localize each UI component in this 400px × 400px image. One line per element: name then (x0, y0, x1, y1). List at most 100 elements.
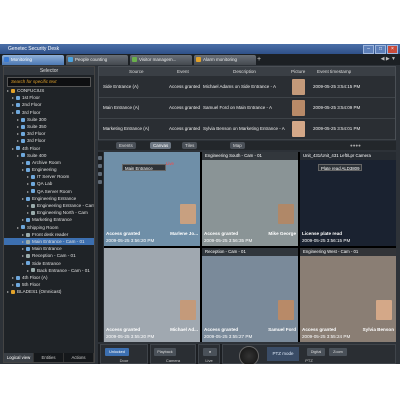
column-event[interactable]: Event (177, 67, 189, 76)
zoom-button[interactable]: Zoom (329, 348, 347, 356)
entity-icon (31, 175, 35, 180)
tree-node[interactable]: ▸ 3rd Floor (4, 130, 94, 137)
playback-button[interactable]: Playback (154, 348, 176, 356)
event-source: Side Entrance (A) (103, 84, 139, 89)
tree-node[interactable]: ▸ Engineering Entrance (4, 195, 94, 202)
cardholder-photo (180, 300, 196, 320)
tile-tool-icon[interactable] (98, 172, 102, 176)
more-events-indicator[interactable]: ●●●● (350, 142, 361, 149)
tree-node[interactable]: ▸ Side Entrance (4, 260, 94, 267)
window-title: Genetec Security Desk (8, 46, 60, 52)
tree-node[interactable]: ▸ 2nd Floor (4, 101, 94, 108)
tab-alarm-monitoring[interactable]: Alarm monitoring (194, 55, 256, 65)
cardholder-name: Marlene Jo... (170, 231, 198, 236)
video-tile[interactable]: Engineering West - Cam - 01 Access grante… (300, 248, 396, 342)
video-tile[interactable]: Engineering South - Cam - 01 Access grant… (202, 152, 298, 246)
tree-node[interactable]: ▸ Engineering North - Cam (4, 209, 94, 216)
tree-node[interactable]: ▸ CONFUCIUS (4, 87, 94, 94)
entity-icon (26, 254, 30, 259)
tree-node[interactable]: ▸ Back Entrance - Cam - 01 (4, 267, 94, 274)
canvas-button[interactable]: Canvas (150, 142, 172, 149)
tree-node-label: QA Lab (37, 181, 53, 187)
tree-node[interactable]: ▸ BLADES1 (Omnicast) (4, 288, 94, 295)
tree-node[interactable]: ▸ Main Entrance - Cam - 01 (4, 237, 94, 246)
cardholder-picture (292, 100, 305, 116)
tree-node-label: Front desk reader (32, 231, 69, 237)
entity-icon (16, 275, 20, 280)
tree-node[interactable]: ▸ Reception - Cam - 01 (4, 252, 94, 259)
live-button[interactable]: ● (203, 348, 217, 356)
column-description[interactable]: Description (233, 67, 256, 76)
tree-node[interactable]: ▸ Front desk reader (4, 231, 94, 238)
tree-node[interactable]: ▸ QA Lab (4, 180, 94, 187)
tile-tool-icon[interactable] (98, 164, 102, 168)
tree-node[interactable]: ▸ Suite 400 (4, 152, 94, 159)
tiles-button[interactable]: Tiles (182, 142, 198, 149)
tab-navigation[interactable]: ◀ ▶ ▼ (381, 56, 396, 62)
tab-actions[interactable]: Actions (64, 353, 94, 362)
column-picture[interactable]: Picture (291, 67, 305, 76)
tab-people-counting[interactable]: People counting (66, 55, 128, 65)
tree-node[interactable]: ▸ 3rd Floor (4, 109, 94, 116)
tree-node[interactable]: ▸ 1st Floor (4, 94, 94, 101)
event-row[interactable]: Main Entrance (A) Access granted Samuel … (99, 98, 395, 119)
tree-node[interactable]: ▸ Suite 300 (4, 116, 94, 123)
tree-node[interactable]: ▸ Engineering Entrance - Cam (4, 202, 94, 209)
tree-node[interactable]: ▸ Suite 350 (4, 123, 94, 130)
video-tile[interactable]: Live Main Entrance Access granted 2009-05-2… (104, 152, 200, 246)
tree-node-label: 3rd Floor (27, 131, 46, 137)
column-timestamp[interactable]: Event timestamp (317, 67, 351, 76)
video-tile[interactable]: Reception - Cam - 01 Access granted 2009-0… (202, 248, 298, 342)
tree-node[interactable]: ▸ 5th Floor (4, 281, 94, 288)
tree-node[interactable]: ▸ Main Entrance (4, 245, 94, 252)
door-unlock-button[interactable]: Unlocked (105, 348, 129, 356)
entity-icon (26, 218, 30, 223)
tab-entities[interactable]: Entities (34, 353, 64, 362)
digital-zoom-button[interactable]: Digital (307, 348, 325, 356)
entity-icon (26, 246, 30, 251)
event-timestamp: 2009-05-25 3:54:01 PM (313, 126, 361, 131)
task-tabs: Monitoring People counting Visitor manag… (0, 54, 400, 65)
tile-tool-icon[interactable] (98, 180, 102, 184)
tree-node[interactable]: ▸ Archive Room (4, 159, 94, 166)
event-row[interactable]: Side Entrance (A) Access granted Michael… (99, 77, 395, 98)
tile-event: Access granted (204, 327, 239, 332)
maximize-button[interactable]: □ (375, 45, 386, 54)
entity-icon (26, 160, 30, 165)
entity-icon (31, 189, 35, 194)
tab-monitoring[interactable]: Monitoring (2, 55, 64, 65)
title-bar: Genetec Security Desk – □ × (0, 44, 400, 54)
video-tile[interactable]: Unit_431/Unit_431 Left/Lpr Camera Plate r… (300, 152, 396, 246)
video-tile[interactable]: Access granted 2009-05-25 3:55:20 PM Micha… (104, 248, 200, 342)
tile-timestamp: 2009-05-25 3:55:27 PM (204, 334, 253, 339)
tree-node[interactable]: ▸ IT Server Room (4, 173, 94, 180)
events-toggle[interactable]: Events (116, 142, 136, 149)
tile-timestamp: 2009-05-25 3:56:15 PM (302, 238, 351, 243)
minimize-button[interactable]: – (363, 45, 374, 54)
event-row[interactable]: Marketing Entrance (A) Access granted Sy… (99, 119, 395, 140)
tile-header: Reception - Cam - 01 (202, 248, 298, 256)
entity-tree: ▸ CONFUCIUS ▸ 1st Floor ▸ 2nd Floor ▸ 3rd Floor… (4, 87, 94, 349)
tile-toolbar: Events Canvas Tiles Map ●●●● (98, 141, 396, 150)
tree-node[interactable]: ▸ 4th Floor (4, 145, 94, 152)
map-button[interactable]: Map (230, 142, 245, 149)
tree-node[interactable]: ▸ Engineering (4, 166, 94, 173)
event-type: Access granted (169, 84, 201, 89)
tree-node-label: 2nd Floor (22, 102, 42, 108)
tile-tool-icon[interactable] (98, 156, 102, 160)
tree-node-label: Marketing Entrance (32, 217, 72, 223)
new-tab-button[interactable]: + (257, 56, 265, 64)
column-source[interactable]: Source (129, 67, 144, 76)
tree-node-label: Shipping Room (27, 224, 59, 230)
event-type: Access granted (169, 105, 201, 110)
tree-node[interactable]: ▸ Shipping Room (4, 224, 94, 231)
close-button[interactable]: × (387, 45, 398, 54)
tree-node[interactable]: ▸ QA Server Room (4, 188, 94, 195)
tab-visitor-management[interactable]: Visitor managem... (130, 55, 192, 65)
tree-node-label: IT Server Room (37, 174, 70, 180)
tree-node[interactable]: ▸ 4th Floor (A) (4, 274, 94, 281)
search-input[interactable]: Search for specific text (7, 77, 91, 87)
tree-node[interactable]: ▸ Marketing Entrance (4, 216, 94, 223)
tab-logical-view[interactable]: Logical view (4, 353, 34, 362)
tree-node[interactable]: ▸ 3rd Floor (4, 137, 94, 144)
